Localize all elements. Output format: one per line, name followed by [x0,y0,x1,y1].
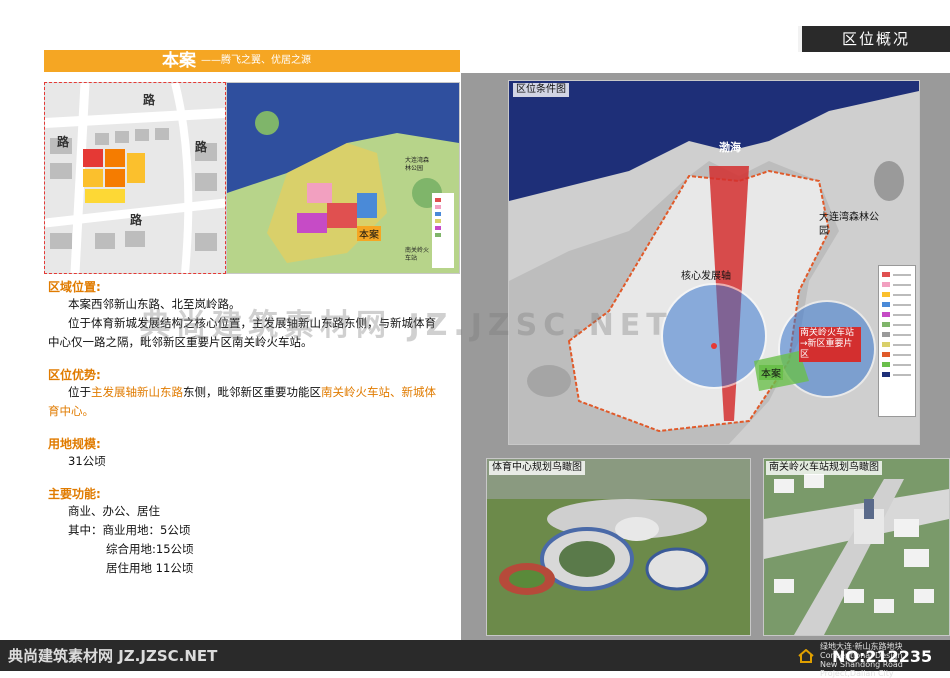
advantage-pre: 位于 [68,385,91,399]
location-map-graphic [509,81,919,444]
masterplan-project-tag: 本案 [357,226,381,241]
section-title-tab: 区位概况 [798,26,950,52]
road-label-east: 路 [195,140,208,154]
function-detail-mixed: 综合用地:15公顷 [106,542,194,556]
location-condition-map: 区位条件图 渤海 大连湾森林公园 核心发展轴 南关岭火车站→新区重要片区 本案 [508,80,920,445]
label-core-axis: 核心发展轴 [681,271,731,282]
house-logo-icon [798,648,814,663]
sports-center-caption: 体育中心规划鸟瞰图 [489,461,585,475]
label-project: 本案 [759,365,783,380]
sports-center-graphic [487,459,750,635]
banner-subtitle: ——腾飞之翼、优居之源 [201,55,311,66]
site-road-map-graphic [45,83,225,273]
footer-number: NO:212235 [832,647,933,666]
advantage-heading: 区位优势: [48,368,101,382]
banner-title: 本案 [162,51,196,71]
station-graphic [764,459,949,635]
masterplan-station-label: 南关岭火车站 [405,247,430,262]
location-map-caption: 区位条件图 [513,83,569,97]
function-heading: 主要功能: [48,487,101,501]
advantage-text: 位于主发展轴新山东路东侧，毗邻新区重要功能区南关岭火车站、新城体育中心。 [48,383,443,421]
location-heading: 区域位置: [48,280,101,294]
advantage-highlight-axis: 主发展轴新山东路 [91,385,183,399]
label-station-district: 南关岭火车站→新区重要片区 [799,327,861,362]
label-bohai: 渤海 [719,141,741,154]
advantage-mid: 东侧，毗邻新区重要功能区 [183,385,321,399]
label-forest-park: 大连湾森林公园 [819,212,879,237]
watermark-overlay: 典尚建筑素材网 JZ.JZSC.NET [140,308,673,343]
station-caption: 南关岭火车站规划鸟瞰图 [766,461,882,475]
road-label-south: 路 [130,213,143,227]
road-label-north: 路 [143,93,156,107]
footer-watermark: 典尚建筑素材网 JZ.JZSC.NET [8,647,218,665]
footer-bar: 典尚建筑素材网 JZ.JZSC.NET 绿地大连·新山东路地块 Concepti… [0,640,950,678]
section-title: 区位概况 [841,30,910,48]
masterplan-forest-label: 大连湾森林公园 [405,157,430,172]
function-detail-commercial: 其中：商业用地：5公顷 [68,523,191,537]
map-legend [878,265,916,417]
masterplan-graphic [227,83,459,273]
scale-heading: 用地规模: [48,437,101,451]
map-legend-swatches [882,272,911,377]
function-detail-residential: 居住用地 11公顷 [106,561,194,575]
road-label-west: 路 [57,135,70,149]
sports-center-aerial: 体育中心规划鸟瞰图 [486,458,751,636]
function-list: 商业、办公、居住 [68,504,160,518]
site-road-map: 路 路 路 路 [44,82,226,274]
masterplan-map: 本案 大连湾森林公园 南关岭火车站 [226,82,460,274]
scale-value: 31公顷 [68,454,106,468]
station-aerial: 南关岭火车站规划鸟瞰图 [763,458,950,636]
project-banner: 本案 ——腾飞之翼、优居之源 [44,50,460,72]
